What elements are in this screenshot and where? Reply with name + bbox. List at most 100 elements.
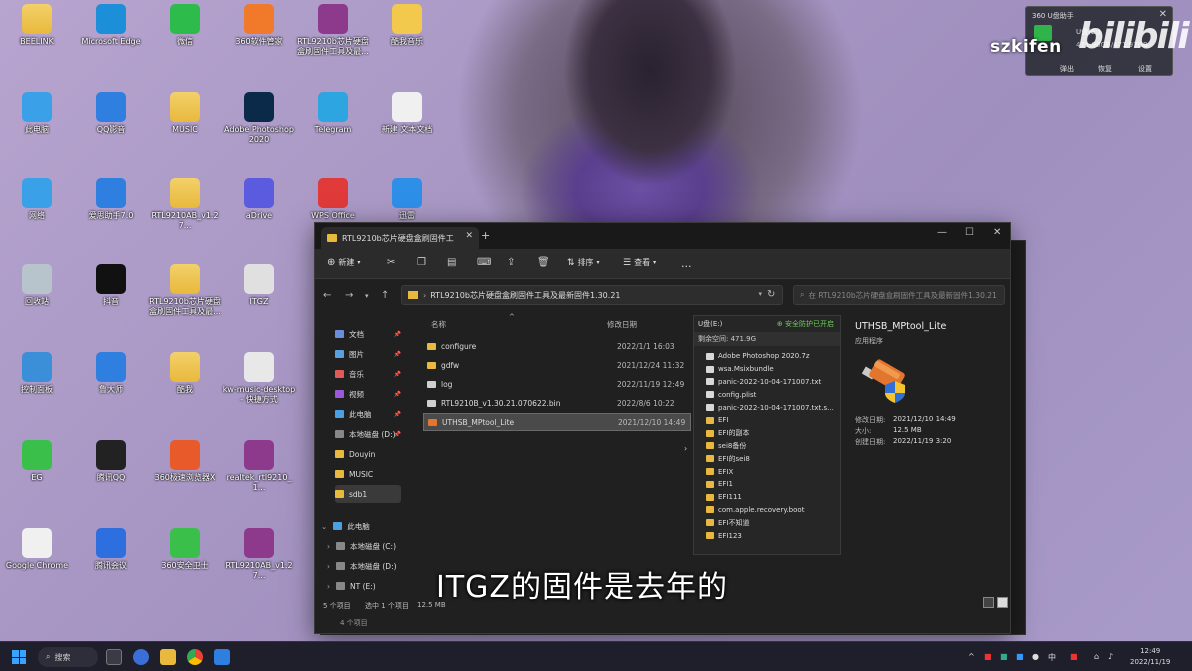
tab-rtl9210b[interactable]: RTL9210b芯片硬盘盒刷固件工 ✕ xyxy=(321,227,479,249)
udisk-item[interactable]: EFI1 xyxy=(706,478,733,491)
tiles-view-icon[interactable] xyxy=(997,597,1008,608)
sidebar-item[interactable]: 文档 📌 xyxy=(335,325,401,343)
desktop-icon[interactable]: 腾讯会议 xyxy=(74,528,148,571)
desktop-icon[interactable]: RTL9210AB_v1.27... xyxy=(148,178,222,231)
udisk-item[interactable]: panic-2022-10-04-171007.txt xyxy=(706,376,821,389)
back-icon[interactable]: ← xyxy=(323,290,331,301)
desktop-icon[interactable]: aDrive xyxy=(222,178,296,221)
desktop-icon[interactable]: 鲁大师 xyxy=(74,352,148,395)
close-tab-icon[interactable]: ✕ xyxy=(465,231,473,241)
volume-icon[interactable]: ♪ xyxy=(1108,652,1113,661)
file-row[interactable]: UTHSB_MPtool_Lite 2021/12/10 14:49 xyxy=(423,413,691,431)
copy-icon[interactable]: ❐ xyxy=(417,257,426,268)
address-dropdown-icon[interactable]: ▾ xyxy=(758,290,762,298)
minimize-icon[interactable]: — xyxy=(937,227,947,238)
udisk-item[interactable]: EFI的sei8 xyxy=(706,452,750,465)
tray-app-icon[interactable]: ■ xyxy=(1016,652,1024,661)
udisk-item[interactable]: EFI111 xyxy=(706,491,742,504)
desktop-icon[interactable]: 360极速浏览器X xyxy=(148,440,222,483)
cut-icon[interactable]: ✂ xyxy=(387,257,395,268)
desktop-icon[interactable]: 迅雷 xyxy=(370,178,444,221)
desktop-icon[interactable]: ITGZ xyxy=(222,264,296,307)
desktop-icon[interactable]: 微信 xyxy=(148,4,222,47)
desktop-icon[interactable]: 回收站 xyxy=(0,264,74,307)
details-view-icon[interactable] xyxy=(983,597,994,608)
file-row[interactable]: RTL9210B_v1.30.21.070622.bin 2022/8/6 10:… xyxy=(423,394,691,412)
desktop-icon[interactable]: Microsoft Edge xyxy=(74,4,148,47)
share-icon[interactable]: ⇪ xyxy=(507,257,515,268)
new-button[interactable]: ⊕ 新建 ▾ xyxy=(327,257,360,268)
udisk-item[interactable]: EFI123 xyxy=(706,529,742,542)
tray-app-icon[interactable]: ■ xyxy=(1000,652,1008,661)
desktop-icon[interactable]: Telegram xyxy=(296,92,370,135)
forward-icon[interactable]: → xyxy=(345,290,353,301)
rename-icon[interactable]: ⌨ xyxy=(477,257,491,268)
sidebar-item[interactable]: Douyin xyxy=(335,445,401,463)
clock[interactable]: 12:49 2022/11/19 xyxy=(1130,646,1170,668)
chevron-icon[interactable]: ⌄ xyxy=(321,522,327,531)
file-row[interactable]: configure 2022/1/1 16:03 xyxy=(423,337,691,355)
popup-settings-button[interactable]: 设置 xyxy=(1138,64,1152,74)
search-input[interactable]: ⌕ 在 RTL9210b芯片硬盘盒刷固件工具及最新固件1.30.21 xyxy=(793,285,1005,305)
desktop-icon[interactable]: 此电脑 xyxy=(0,92,74,135)
sort-button[interactable]: ⇅ 排序 ▾ xyxy=(567,257,600,268)
chevron-icon[interactable]: › xyxy=(327,582,330,591)
popup-restore-button[interactable]: 恢复 xyxy=(1098,64,1112,74)
desktop-icon[interactable]: WPS Office xyxy=(296,178,370,221)
desktop-icon[interactable]: 腾讯QQ xyxy=(74,440,148,483)
tray-app-icon[interactable]: ■ xyxy=(984,652,992,661)
desktop-icon[interactable]: RTL9210AB_v1.27... xyxy=(222,528,296,581)
desktop-icon[interactable]: RTL9210b芯片硬盘盒刷固件工具及最... xyxy=(296,4,370,57)
udisk-item[interactable]: EFI xyxy=(706,414,729,427)
desktop-icon[interactable]: 新建 文本文档 xyxy=(370,92,444,135)
chat-icon[interactable] xyxy=(133,649,149,665)
udisk-item[interactable]: Adobe Photoshop 2020.7z xyxy=(706,350,810,363)
collapse-arrow-icon[interactable]: › xyxy=(684,444,687,453)
desktop-icon[interactable]: EG xyxy=(0,440,74,483)
udisk-item[interactable]: wsa.Msixbundle xyxy=(706,363,774,376)
network-icon[interactable]: ⌂ xyxy=(1094,652,1099,661)
file-row[interactable]: log 2022/11/19 12:49 xyxy=(423,375,691,393)
refresh-icon[interactable]: ↻ xyxy=(767,289,775,300)
desktop-icon[interactable]: QQ影音 xyxy=(74,92,148,135)
sidebar-item[interactable]: 视频 📌 xyxy=(335,385,401,403)
tray-expand-icon[interactable]: ^ xyxy=(968,652,975,661)
tree-item[interactable]: › 本地磁盘 (D:) xyxy=(327,557,411,575)
tray-app-icon[interactable]: ● xyxy=(1032,652,1039,661)
up-icon[interactable]: ↑ xyxy=(381,290,389,301)
sidebar-item[interactable]: 此电脑 📌 xyxy=(335,405,401,423)
desktop-icon[interactable]: 网络 xyxy=(0,178,74,221)
recent-dropdown-icon[interactable]: ▾ xyxy=(365,292,369,300)
desktop-icon[interactable]: 抖音 xyxy=(74,264,148,307)
udisk-protection[interactable]: ⊕ 安全防护已开启 xyxy=(777,319,834,329)
desktop-icon[interactable]: Google Chrome xyxy=(0,528,74,571)
desktop-icon[interactable]: MUSIC xyxy=(148,92,222,135)
new-tab-button[interactable]: + xyxy=(481,229,490,242)
task-view-icon[interactable] xyxy=(106,649,122,665)
maximize-icon[interactable]: ☐ xyxy=(965,227,974,238)
desktop-icon[interactable]: 酷我音乐 xyxy=(370,4,444,47)
paste-icon[interactable]: ▤ xyxy=(447,257,456,268)
tree-item[interactable]: › NT (E:) xyxy=(327,577,411,595)
desktop-icon[interactable]: RTL9210b芯片硬盘盒刷固件工具及最... xyxy=(148,264,222,317)
sidebar-item[interactable]: 图片 📌 xyxy=(335,345,401,363)
desktop-icon[interactable]: kw-music-desktop - 快捷方式 xyxy=(222,352,296,405)
sidebar-item[interactable]: sdb1 xyxy=(335,485,401,503)
file-row[interactable]: gdfw 2021/12/24 11:32 xyxy=(423,356,691,374)
more-button[interactable]: ... xyxy=(681,257,692,270)
sidebar-item[interactable]: MUSIC xyxy=(335,465,401,483)
udisk-item[interactable]: com.apple.recovery.boot xyxy=(706,504,804,517)
desktop-icon[interactable]: 酷我 xyxy=(148,352,222,395)
desktop-icon[interactable]: 360安全卫士 xyxy=(148,528,222,571)
desktop-icon[interactable]: realtek_rtl9210_1... xyxy=(222,440,296,493)
tray-app-icon[interactable]: ■ xyxy=(1070,652,1078,661)
delete-icon[interactable]: 🗑 xyxy=(537,257,550,268)
desktop-icon[interactable]: 360软件管家 xyxy=(222,4,296,47)
udisk-item[interactable]: sei8备份 xyxy=(706,440,746,453)
chrome-icon[interactable] xyxy=(187,649,203,665)
column-name[interactable]: 名称 xyxy=(431,319,446,330)
file-explorer-icon[interactable] xyxy=(160,649,176,665)
udisk-item[interactable]: EFI的副本 xyxy=(706,427,750,440)
close-window-icon[interactable]: ✕ xyxy=(993,227,1001,238)
desktop-icon[interactable]: BEELINK xyxy=(0,4,74,47)
